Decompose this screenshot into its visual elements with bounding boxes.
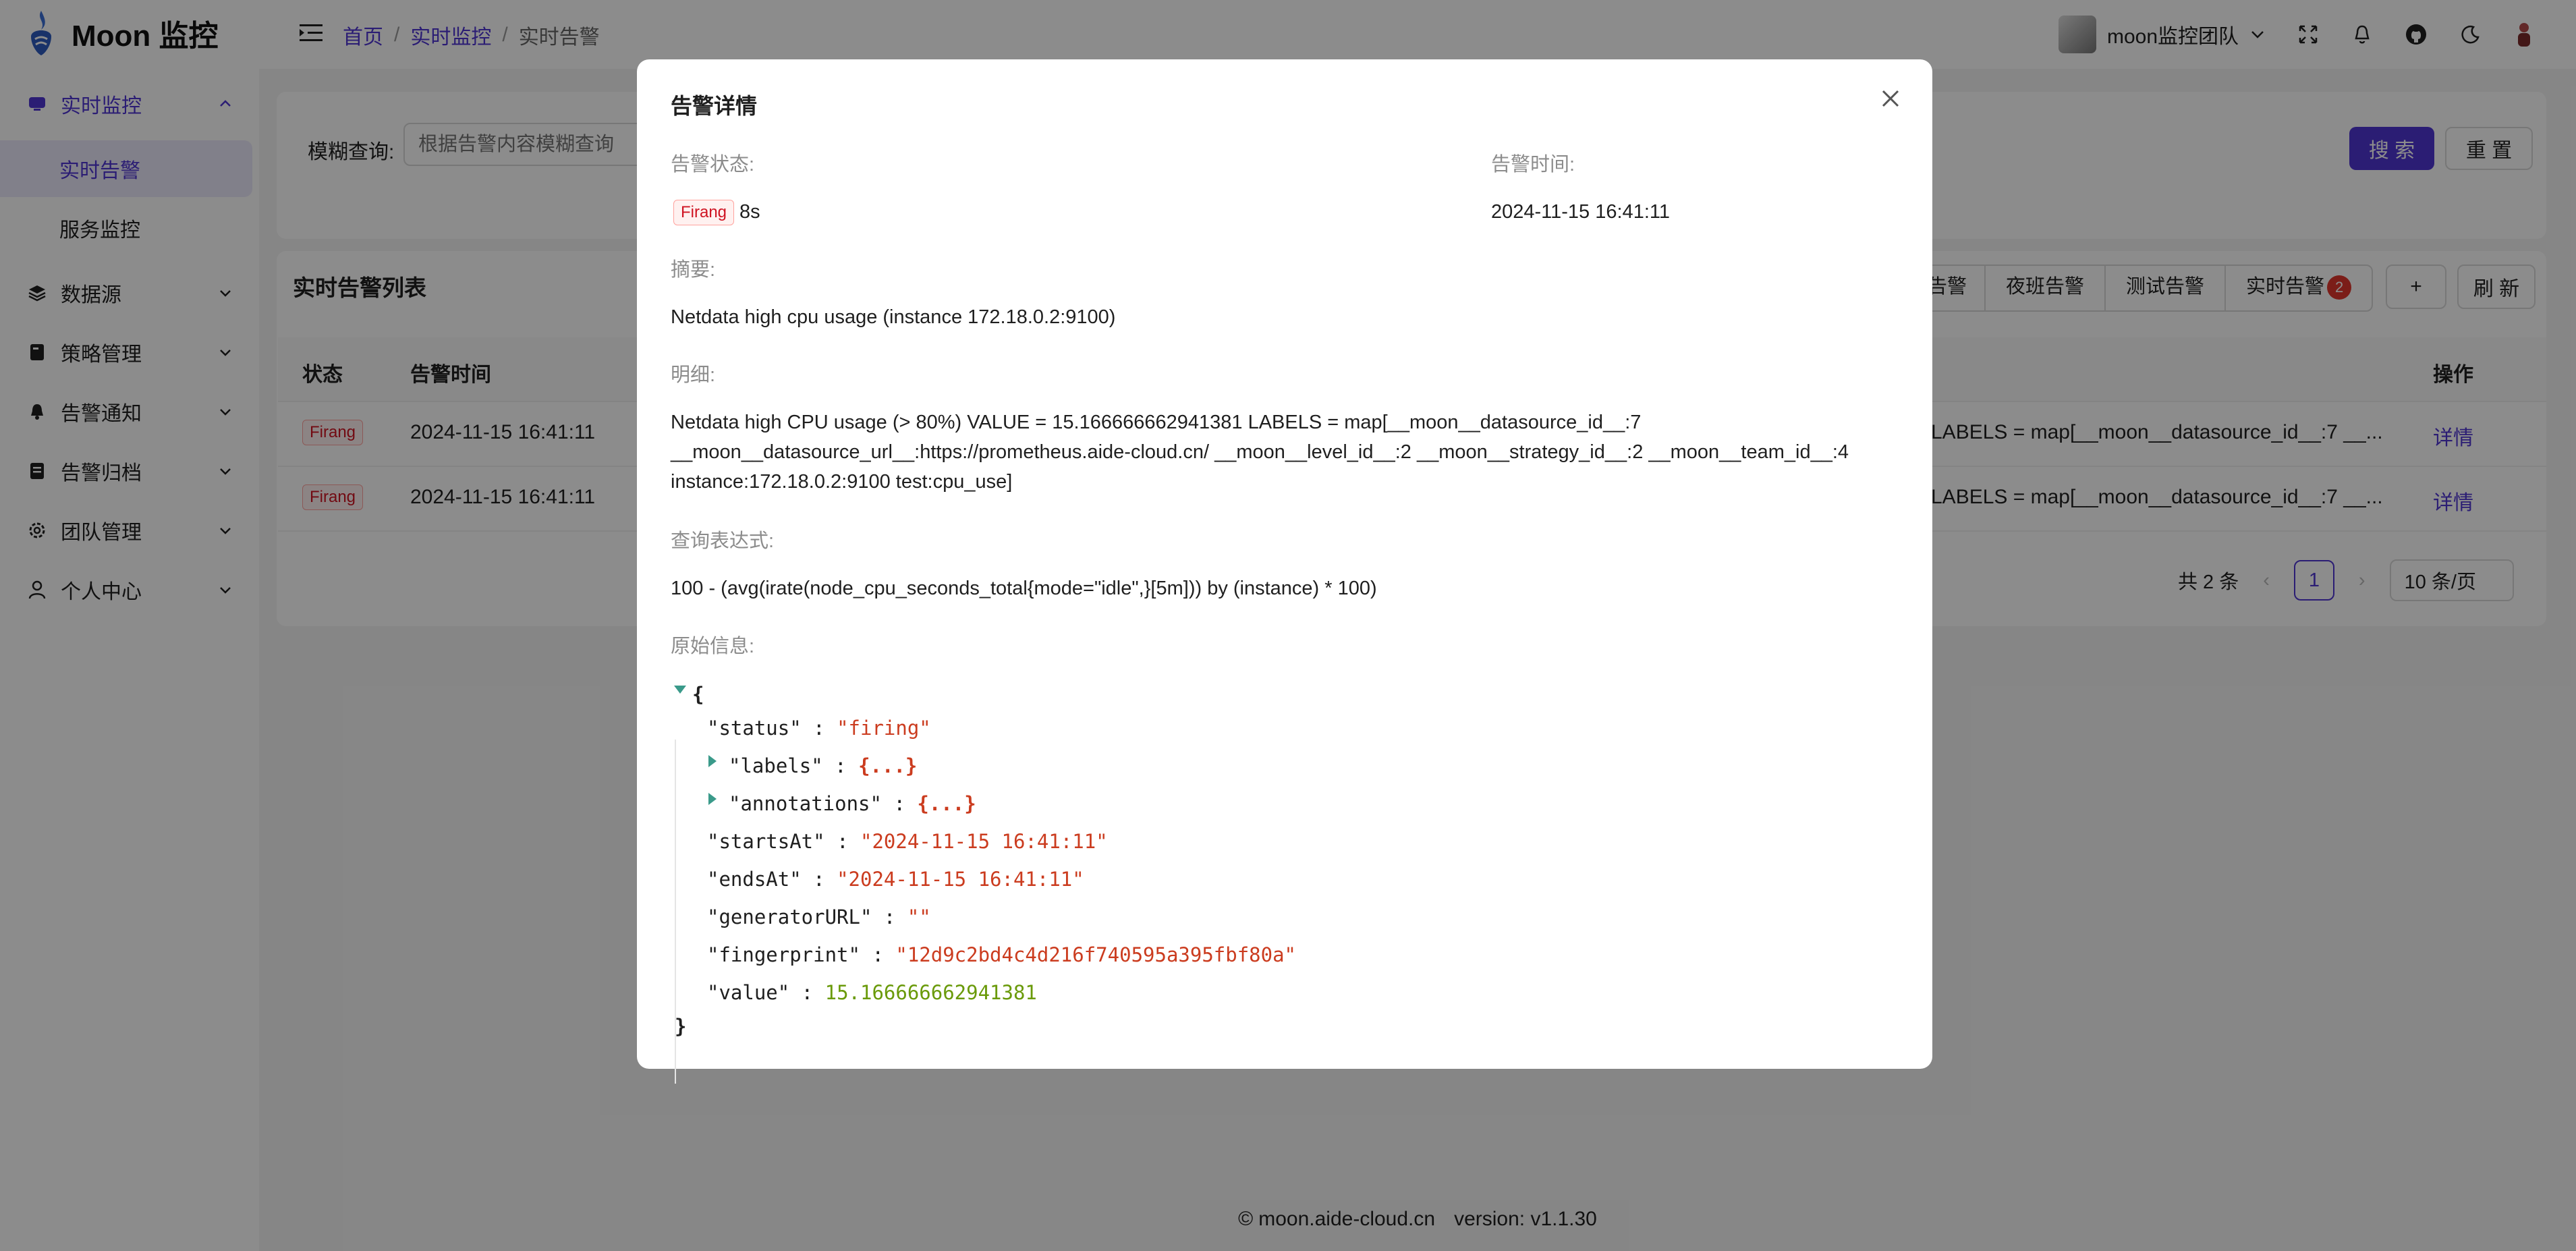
json-key: "endsAt" xyxy=(707,868,802,891)
expr-value: 100 - (avg(irate(node_cpu_seconds_total{… xyxy=(671,578,1377,599)
expr-label: 查询表达式: xyxy=(671,530,775,552)
modal-title: 告警详情 xyxy=(671,94,758,118)
detail-label: 明细: xyxy=(671,364,716,386)
json-key: "labels" xyxy=(729,754,823,777)
time-value: 2024-11-15 16:41:11 xyxy=(1491,201,1670,223)
json-key: "value" xyxy=(707,981,790,1004)
json-string-value: "2024-11-15 16:41:11" xyxy=(860,830,1108,853)
alarm-detail-modal: 告警详情 告警状态: 告警时间: Firang 8s 2024-11-15 16… xyxy=(637,59,1932,1084)
json-key: "startsAt" xyxy=(707,830,825,853)
json-open-brace: { xyxy=(692,683,704,706)
json-string-value: "2024-11-15 16:41:11" xyxy=(837,868,1084,891)
json-string-value: "firing" xyxy=(837,717,931,740)
expand-caret-icon[interactable] xyxy=(707,792,718,806)
detail-line: Netdata high CPU usage (> 80%) VALUE = 1… xyxy=(671,412,1642,433)
status-label: 告警状态: xyxy=(671,154,755,175)
json-field-fingerprint: "fingerprint" : "12d9c2bd4c4d216f740595a… xyxy=(707,943,1296,966)
time-label: 告警时间: xyxy=(1491,154,1575,175)
json-field-startsAt: "startsAt" : "2024-11-15 16:41:11" xyxy=(707,830,1108,853)
json-field-value: "value" : 15.166666662941381 xyxy=(707,981,1037,1004)
json-close-brace: } xyxy=(675,1015,687,1038)
summary-label: 摘要: xyxy=(671,259,716,281)
raw-label: 原始信息: xyxy=(671,636,755,657)
json-field-endsAt: "endsAt" : "2024-11-15 16:41:11" xyxy=(707,868,1084,891)
detail-line: __moon__datasource_url__:https://prometh… xyxy=(671,441,1849,463)
json-field-labels[interactable]: "labels" : {...} xyxy=(729,754,917,777)
json-string-value: "12d9c2bd4c4d216f740595a395fbf80a" xyxy=(895,943,1296,966)
json-field-generatorURL: "generatorURL" : "" xyxy=(707,906,931,928)
json-key: "generatorURL" xyxy=(707,906,872,928)
json-string-value: "" xyxy=(907,906,931,928)
json-key: "annotations" xyxy=(729,792,882,815)
status-tag: Firang xyxy=(673,200,735,225)
json-field-annotations[interactable]: "annotations" : {...} xyxy=(729,792,976,815)
json-number-value: 15.166666662941381 xyxy=(824,981,1037,1004)
collapse-caret-icon[interactable] xyxy=(673,684,687,695)
detail-line: instance:172.18.0.2:9100 test:cpu_use] xyxy=(671,471,1013,493)
json-key: "status" xyxy=(707,717,802,740)
json-field-status: "status" : "firing" xyxy=(707,717,931,740)
json-collapsed-object: {...} xyxy=(917,792,976,815)
close-icon[interactable] xyxy=(1877,85,1904,112)
expand-caret-icon[interactable] xyxy=(707,754,718,768)
json-key: "fingerprint" xyxy=(707,943,860,966)
status-duration: 8s xyxy=(739,201,760,223)
summary-value: Netdata high cpu usage (instance 172.18.… xyxy=(671,306,1116,328)
json-collapsed-object: {...} xyxy=(858,754,918,777)
